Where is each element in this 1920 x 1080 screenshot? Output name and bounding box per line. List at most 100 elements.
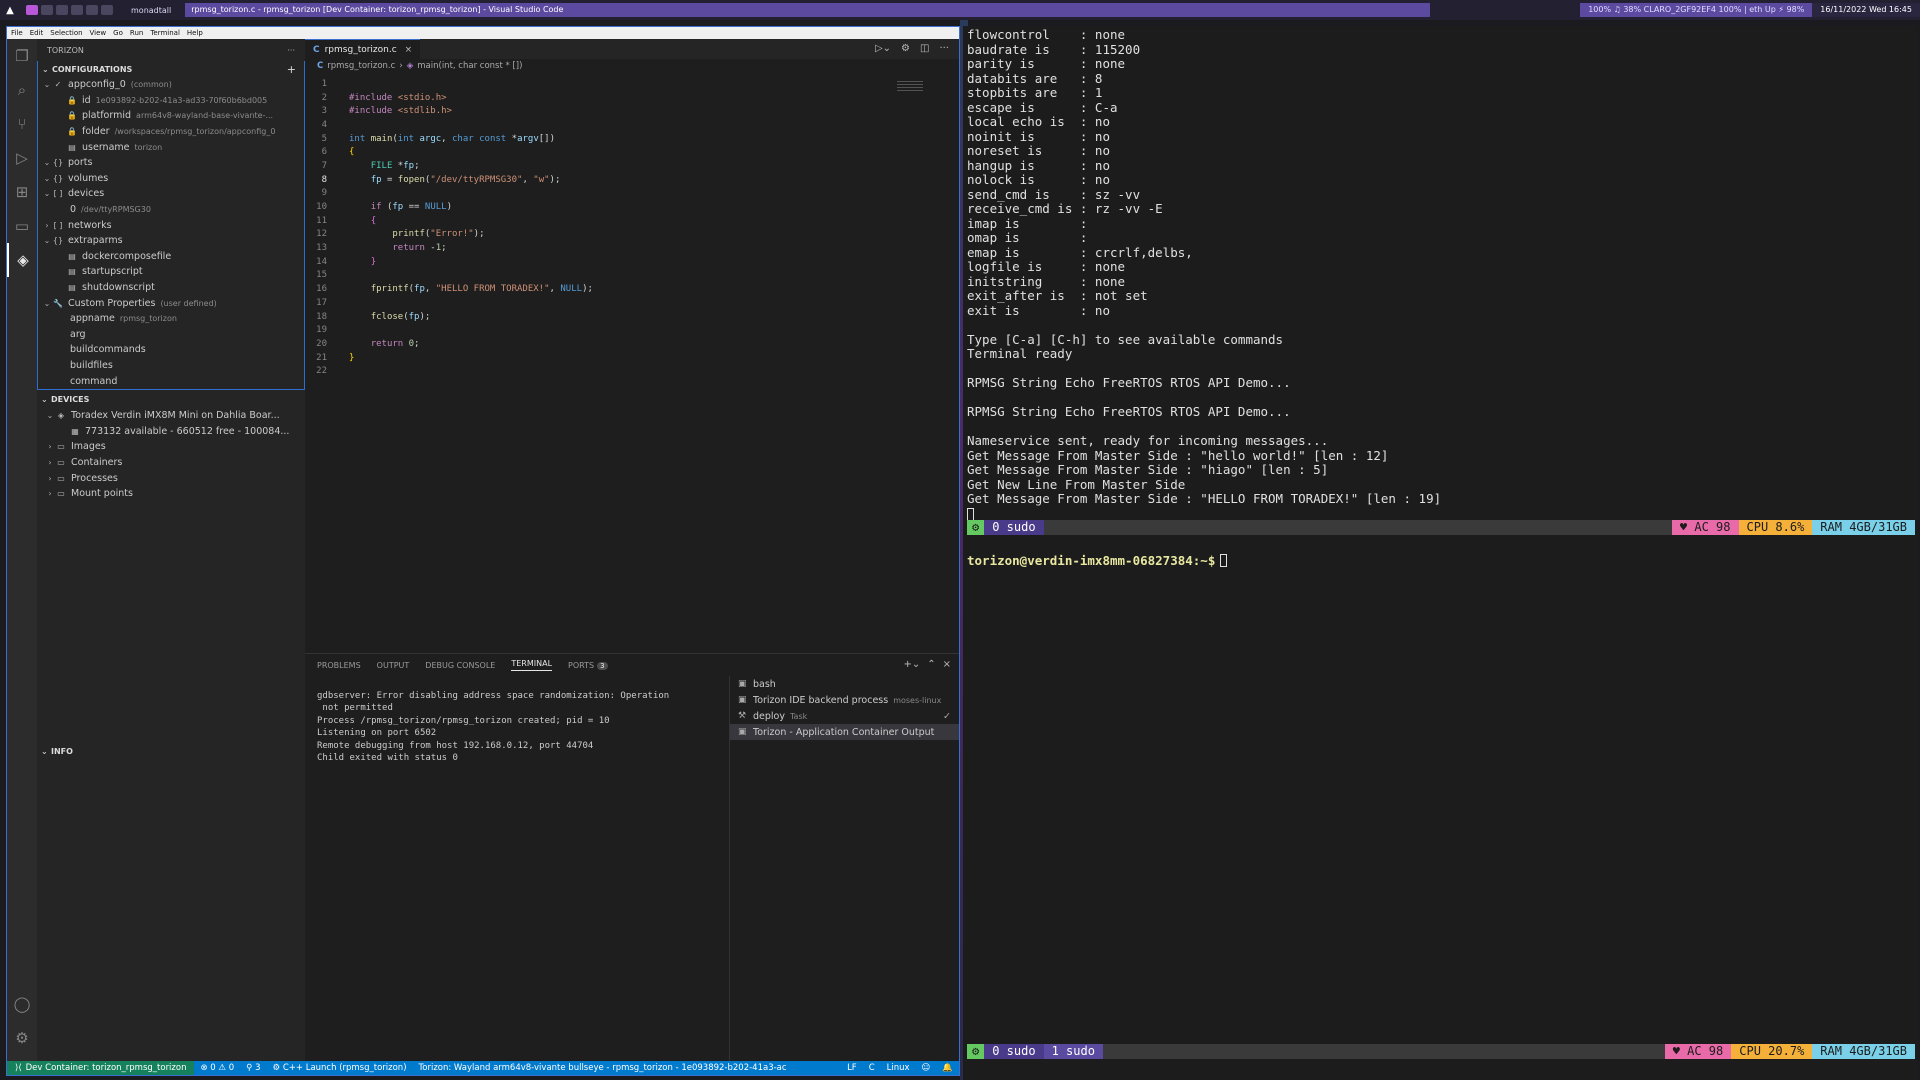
remote-indicator[interactable]: ⟩⟨ Dev Container: torizon_rpmsg_torizon <box>7 1061 195 1075</box>
workspace-6[interactable] <box>101 5 113 15</box>
menu-view[interactable]: View <box>90 29 107 37</box>
eol-status[interactable]: LF <box>841 1063 863 1073</box>
extensions-icon[interactable]: ⊞ <box>7 175 37 209</box>
platform-status[interactable]: Linux <box>881 1063 916 1073</box>
chevron-right-icon[interactable]: › <box>45 489 55 498</box>
config-item-devices[interactable]: ⌄[ ] devices <box>38 186 304 202</box>
terminal-list-item[interactable]: ⚒ deploy Task ✓ <box>730 708 959 724</box>
tab-output[interactable]: OUTPUT <box>377 661 410 670</box>
search-icon[interactable]: ⌕ <box>7 73 37 107</box>
tmux-window-0[interactable]: 0 sudo <box>984 1044 1044 1059</box>
workspace-2[interactable] <box>41 5 53 15</box>
config-item-ports[interactable]: ⌄{} ports <box>38 155 304 171</box>
menu-help[interactable]: Help <box>187 29 203 37</box>
devices-header[interactable]: ⌄ DEVICES <box>37 392 305 408</box>
config-item-extraparms[interactable]: ⌄{} extraparms <box>38 233 304 249</box>
terminal-list-item[interactable]: ▣ bash <box>730 676 959 692</box>
workspace-switcher[interactable] <box>26 5 113 15</box>
config-item-custom-properties[interactable]: ⌄ 🔧 Custom Properties (user defined) <box>38 295 304 311</box>
config-item-device-0[interactable]: 0/dev/ttyRPMSG30 <box>38 202 304 218</box>
run-debug-icon[interactable]: ▷ <box>7 141 37 175</box>
config-item-volumes[interactable]: ⌄{} volumes <box>38 171 304 187</box>
menu-edit[interactable]: Edit <box>30 29 44 37</box>
account-icon[interactable]: ◯ <box>7 987 37 1021</box>
torizon-icon[interactable]: ◈ <box>7 243 37 277</box>
maximize-panel-icon[interactable]: ⌃ <box>927 659 935 670</box>
chevron-down-icon[interactable]: ⌄ <box>42 236 52 245</box>
menu-terminal[interactable]: Terminal <box>150 29 180 37</box>
tab-rpmsg-torizon-c[interactable]: C rpmsg_torizon.c × <box>305 39 421 59</box>
config-item-shutdownscript[interactable]: ▤ shutdownscript <box>38 280 304 296</box>
terminal-list-item[interactable]: ▣ Torizon IDE backend process moses-linux <box>730 692 959 708</box>
chevron-down-icon[interactable]: ⌄ <box>42 299 52 308</box>
info-header[interactable]: ⌄ INFO <box>37 743 305 759</box>
explorer-icon[interactable]: ❐ <box>7 39 37 73</box>
chevron-down-icon[interactable]: ⌄ <box>42 80 52 89</box>
torizon-status[interactable]: Torizon: Wayland arm64v8-vivante bullsey… <box>413 1063 793 1073</box>
chevron-down-icon[interactable]: ⌄ <box>42 158 52 167</box>
config-item-command[interactable]: command <box>38 373 304 389</box>
chevron-right-icon[interactable]: › <box>45 474 55 483</box>
config-item-appconfig-0[interactable]: ⌄ ✓ appconfig_0 (common) <box>38 77 304 93</box>
menu-go[interactable]: Go <box>113 29 123 37</box>
settings-gear-icon[interactable]: ⚙ <box>901 43 910 54</box>
config-item-folder[interactable]: 🔒 folder/workspaces/rpmsg_torizon/appconf… <box>38 124 304 140</box>
tab-terminal[interactable]: TERMINAL <box>511 659 553 671</box>
workspace-1[interactable] <box>26 5 38 15</box>
configurations-header[interactable]: ⌄ CONFIGURATIONS + <box>38 61 304 77</box>
config-item-buildfiles[interactable]: buildfiles <box>38 358 304 374</box>
source-control-icon[interactable]: ⑂ <box>7 107 37 141</box>
feedback-icon[interactable]: ☺ <box>916 1063 937 1073</box>
chevron-right-icon[interactable]: › <box>45 458 55 467</box>
tab-debug-console[interactable]: DEBUG CONSOLE <box>425 661 495 670</box>
device-item-mount-points[interactable]: › ▭ Mount points <box>37 486 305 502</box>
menu-run[interactable]: Run <box>130 29 143 37</box>
breadcrumb-symbol[interactable]: main(int, char const * []) <box>417 61 522 71</box>
device-item-processes[interactable]: › ▭ Processes <box>37 470 305 486</box>
problems-status[interactable]: ⊗ 0 ⚠ 0 <box>194 1063 240 1073</box>
breadcrumb-file[interactable]: rpmsg_torizon.c <box>327 61 395 71</box>
tmux-window-1[interactable]: 1 sudo <box>1043 1044 1103 1059</box>
ports-status[interactable]: ⚲ 3 <box>240 1063 266 1073</box>
close-tab-icon[interactable]: × <box>405 45 413 55</box>
chevron-right-icon[interactable]: › <box>45 442 55 451</box>
device-item-storage-info[interactable]: ▦ 773132 available - 660512 free - 100084… <box>37 423 305 439</box>
workspace-5[interactable] <box>86 5 98 15</box>
device-item-images[interactable]: › ▭ Images <box>37 439 305 455</box>
add-configuration-icon[interactable]: + <box>287 63 296 76</box>
split-editor-icon[interactable]: ◫ <box>920 43 929 54</box>
config-item-arg[interactable]: arg <box>38 327 304 343</box>
config-item-startupscript[interactable]: ▤ startupscript <box>38 264 304 280</box>
code-editor[interactable]: 1 2 #include <stdio.h> 3 #include <stdlib.… <box>305 77 959 378</box>
terminal-list-item[interactable]: ▣ Torizon - Application Container Output <box>730 724 959 740</box>
workspace-3[interactable] <box>56 5 68 15</box>
config-item-buildcommands[interactable]: buildcommands <box>38 342 304 358</box>
tmux-window-0[interactable]: 0 sudo <box>984 520 1044 535</box>
more-actions-icon[interactable]: ··· <box>939 43 949 54</box>
tmux-terminal-window[interactable]: flowcontrol : none baudrate is : 115200 pa… <box>963 26 1918 1080</box>
new-terminal-icon[interactable]: +⌄ <box>903 659 920 670</box>
close-panel-icon[interactable]: × <box>943 659 951 670</box>
config-item-networks[interactable]: ›[ ] networks <box>38 217 304 233</box>
config-item-username[interactable]: ▤ username torizon <box>38 139 304 155</box>
config-item-dockercomposefile[interactable]: ▤ dockercomposefile <box>38 249 304 265</box>
shell-prompt-line[interactable]: torizon@verdin-imx8mm-06827384:~$ <box>967 550 1228 569</box>
language-status[interactable]: C <box>863 1063 881 1073</box>
config-item-platformid[interactable]: 🔒 platformid arm64v8-wayland-base-vivante-… <box>38 108 304 124</box>
terminal-output[interactable]: gdbserver: Error disabling address space… <box>317 690 727 764</box>
chevron-down-icon[interactable]: ⌄ <box>42 174 52 183</box>
tab-ports[interactable]: PORTS 3 <box>568 661 608 670</box>
run-debug-dropdown-icon[interactable]: ▷⌄ <box>875 43 891 54</box>
more-actions-icon[interactable]: ··· <box>287 46 295 55</box>
tab-problems[interactable]: PROBLEMS <box>317 661 361 670</box>
menu-selection[interactable]: Selection <box>50 29 82 37</box>
config-item-id[interactable]: 🔒 id 1e093892-b202-41a3-ad33-70f60b6bd005 <box>38 93 304 109</box>
minimap[interactable] <box>897 81 923 97</box>
settings-gear-icon[interactable]: ⚙ <box>7 1021 37 1055</box>
device-item-device-verdin[interactable]: ⌄ ◈ Toradex Verdin iMX8M Mini on Dahlia Bo… <box>37 408 305 424</box>
arch-logo-icon[interactable]: ▲ <box>0 0 20 20</box>
device-item-containers[interactable]: › ▭ Containers <box>37 455 305 471</box>
chevron-down-icon[interactable]: ⌄ <box>42 189 52 198</box>
notifications-icon[interactable]: 🔔 <box>936 1063 959 1073</box>
chevron-down-icon[interactable]: ⌄ <box>45 411 55 420</box>
